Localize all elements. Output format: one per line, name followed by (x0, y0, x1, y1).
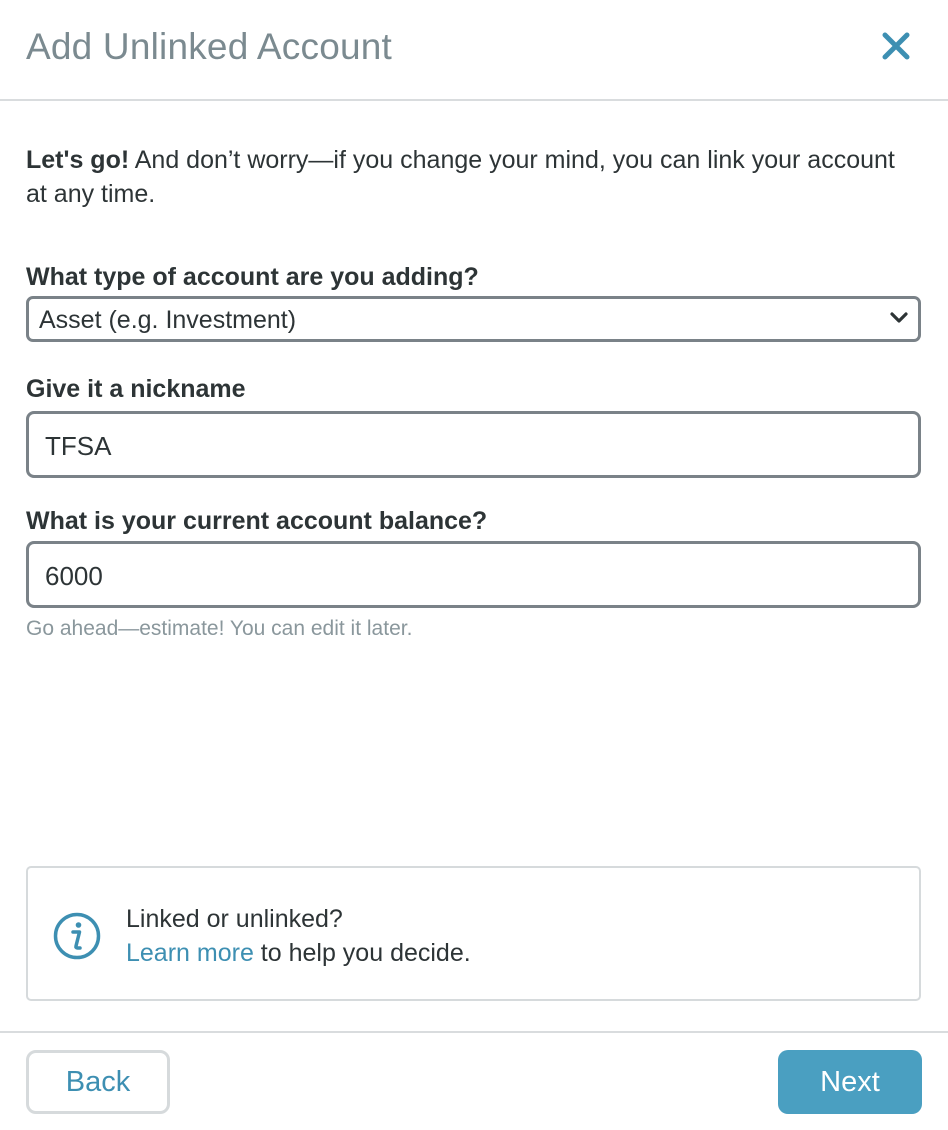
next-button[interactable]: Next (778, 1050, 922, 1114)
account-type-label: What type of account are you adding? (26, 263, 479, 291)
info-text: Linked or unlinked? Learn more to help y… (126, 902, 471, 970)
account-type-value: Asset (e.g. Investment) (39, 306, 297, 334)
nickname-input[interactable]: TFSA (26, 411, 921, 478)
nickname-value: TFSA (45, 431, 112, 461)
account-type-select[interactable]: Asset (e.g. Investment) (26, 296, 921, 342)
nickname-label: Give it a nickname (26, 375, 246, 403)
balance-label: What is your current account balance? (26, 507, 488, 535)
dialog-header: Add Unlinked Account (0, 0, 948, 101)
balance-input[interactable]: 6000 (26, 541, 921, 608)
dialog-title: Add Unlinked Account (26, 26, 393, 67)
info-line-2: Learn more to help you decide. (126, 936, 471, 970)
intro-text: Let's go! And don’t worry—if you change … (26, 143, 906, 211)
intro-bold: Let's go! (26, 146, 130, 174)
footer-divider (0, 1031, 948, 1033)
balance-value: 6000 (45, 561, 103, 591)
learn-more-link[interactable]: Learn more (126, 939, 254, 967)
info-callout: Linked or unlinked? Learn more to help y… (26, 866, 921, 1001)
intro-body: And don’t worry—if you change your mind,… (26, 146, 895, 208)
balance-hint: Go ahead—estimate! You can edit it later… (26, 617, 413, 640)
info-line-2-rest: to help you decide. (253, 939, 471, 967)
close-button[interactable] (876, 26, 916, 66)
back-button[interactable]: Back (26, 1050, 170, 1114)
info-icon (53, 912, 101, 960)
close-icon (882, 32, 910, 60)
info-line-1: Linked or unlinked? (126, 905, 343, 933)
chevron-down-icon (890, 312, 908, 323)
